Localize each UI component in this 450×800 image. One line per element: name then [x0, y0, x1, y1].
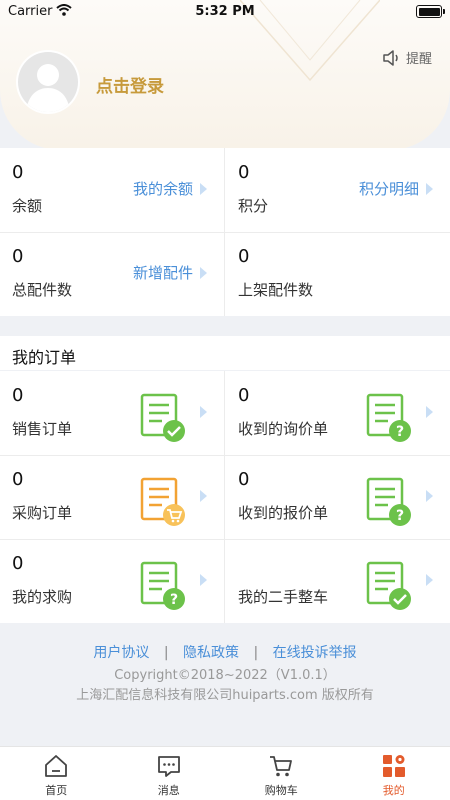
divider	[0, 455, 450, 456]
status-bar: Carrier 5:32 PM	[0, 0, 450, 24]
orders-grid: 0 销售订单 0 收到的询价单 ? 0 采购订单 0 收到的报价单 ? 0 我的…	[0, 371, 450, 623]
copyright-text: Copyright©2018~2022（V1.0.1）	[114, 668, 336, 683]
grid-settings-icon	[382, 755, 405, 777]
doc-cart-icon	[140, 477, 185, 526]
add-parts-link[interactable]: 新增配件	[133, 262, 208, 283]
footer-links: 用户协议 | 隐私政策 | 在线投诉举报	[0, 642, 450, 662]
remind-button[interactable]: 提醒	[382, 48, 432, 67]
message-icon	[157, 756, 180, 777]
chevron-right-icon	[426, 406, 433, 418]
chevron-right-icon	[426, 574, 433, 586]
remind-label: 提醒	[405, 52, 432, 67]
divider	[0, 539, 450, 540]
points-detail-link[interactable]: 积分明细	[359, 178, 434, 199]
points-label: 积分	[238, 197, 269, 215]
tab-messages-label: 消息	[157, 784, 180, 797]
listed-parts-cell[interactable]: 0 上架配件数	[226, 232, 450, 316]
home-icon	[45, 755, 68, 777]
tab-mine[interactable]: 我的	[338, 747, 450, 800]
sales-orders-cell[interactable]: 0 销售订单	[0, 371, 224, 455]
listed-parts-label: 上架配件数	[238, 281, 314, 299]
tab-cart[interactable]: 购物车	[225, 747, 338, 800]
svg-text:?: ?	[396, 424, 404, 440]
balance-label: 余额	[12, 197, 43, 215]
chevron-right-icon	[200, 574, 207, 586]
points-cell[interactable]: 0 积分 积分明细	[226, 148, 450, 232]
points-detail-link-text: 积分明细	[358, 180, 419, 198]
speaker-icon	[383, 49, 398, 66]
svg-text:?: ?	[170, 592, 178, 608]
doc-check-icon	[366, 561, 411, 610]
doc-check-icon	[140, 393, 185, 442]
tab-mine-label: 我的	[382, 784, 405, 797]
divider	[224, 148, 225, 316]
company-text: 上海汇配信息科技有限公司huiparts.com 版权所有	[76, 688, 374, 703]
my-requests-cell[interactable]: 0 我的求购 ?	[0, 539, 224, 623]
divider	[224, 371, 225, 623]
listed-parts-value: 0	[238, 246, 250, 267]
sales-orders-value: 0	[12, 385, 24, 406]
chevron-right-icon	[200, 266, 207, 279]
purchase-orders-label: 采购订单	[12, 504, 73, 522]
separator: |	[253, 645, 259, 661]
purchase-orders-value: 0	[12, 469, 24, 490]
doc-question-icon: ?	[366, 393, 411, 442]
separator: |	[163, 645, 169, 661]
received-quotes-cell[interactable]: 0 收到的报价单 ?	[226, 455, 450, 539]
doc-question-icon: ?	[366, 477, 411, 526]
total-parts-label: 总配件数	[12, 281, 73, 299]
my-balance-link-text: 我的余额	[132, 180, 193, 198]
status-time: 5:32 PM	[195, 4, 255, 19]
avatar[interactable]	[18, 52, 78, 112]
used-cars-cell[interactable]: 我的二手整车	[226, 539, 450, 623]
doc-question-icon: ?	[140, 561, 185, 610]
cart-icon	[270, 756, 293, 777]
svg-text:?: ?	[396, 508, 404, 524]
sales-orders-label: 销售订单	[12, 420, 73, 438]
received-quotes-label: 收到的报价单	[238, 504, 329, 522]
tab-bar: 首页 消息 购物车 我的	[0, 746, 450, 800]
my-balance-link[interactable]: 我的余额	[133, 178, 208, 199]
chevron-right-icon	[426, 182, 433, 195]
total-parts-value: 0	[12, 246, 24, 267]
login-link[interactable]: 点击登录	[96, 72, 164, 97]
points-value: 0	[238, 162, 250, 183]
received-inquiries-value: 0	[238, 385, 250, 406]
user-agreement-link[interactable]: 用户协议	[93, 645, 149, 661]
chevron-right-icon	[200, 182, 207, 195]
my-requests-label: 我的求购	[12, 588, 73, 606]
my-requests-value: 0	[12, 553, 24, 574]
tab-messages[interactable]: 消息	[113, 747, 226, 800]
purchase-orders-cell[interactable]: 0 采购订单	[0, 455, 224, 539]
received-inquiries-label: 收到的询价单	[238, 420, 329, 438]
complaint-link[interactable]: 在线投诉举报	[273, 645, 357, 661]
tab-home-label: 首页	[45, 784, 68, 797]
chevron-right-icon	[200, 406, 207, 418]
balance-value: 0	[12, 162, 24, 183]
chevron-right-icon	[426, 490, 433, 502]
privacy-policy-link[interactable]: 隐私政策	[183, 645, 239, 661]
account-stats: 0 余额 我的余额 0 积分 积分明细 0 总配件数 新增配件 0 上架配件数	[0, 148, 450, 316]
total-parts-cell[interactable]: 0 总配件数 新增配件	[0, 232, 224, 316]
balance-cell[interactable]: 0 余额 我的余额	[0, 148, 224, 232]
received-inquiries-cell[interactable]: 0 收到的询价单 ?	[226, 371, 450, 455]
add-parts-link-text: 新增配件	[132, 264, 193, 282]
battery-icon	[416, 5, 445, 18]
orders-section-title: 我的订单	[0, 336, 450, 370]
used-cars-label: 我的二手整车	[238, 588, 329, 606]
tab-cart-label: 购物车	[264, 784, 298, 797]
received-quotes-value: 0	[238, 469, 250, 490]
divider	[0, 232, 450, 233]
chevron-right-icon	[200, 490, 207, 502]
tab-home[interactable]: 首页	[0, 747, 113, 800]
